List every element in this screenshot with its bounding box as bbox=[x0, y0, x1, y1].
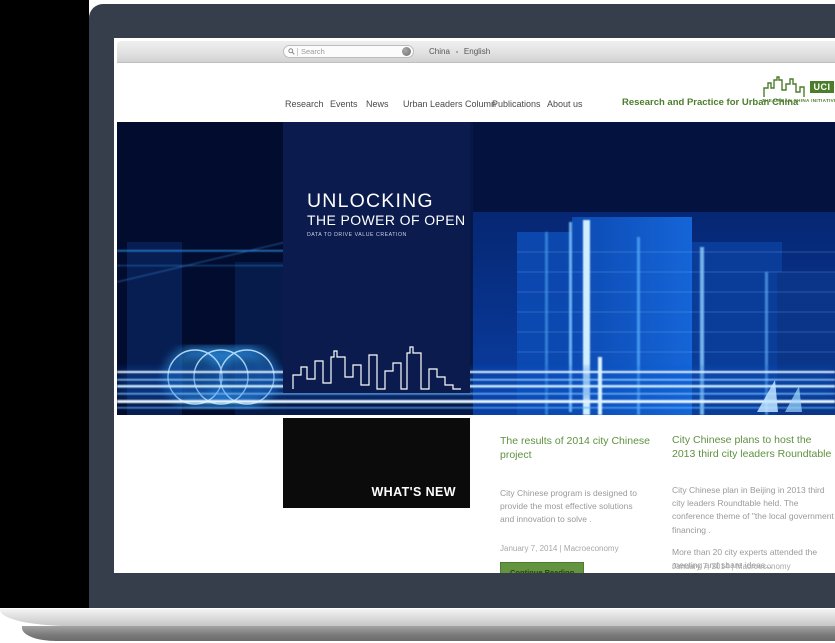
hero-cityscape-image bbox=[117, 122, 835, 415]
whats-new-panel: WHAT'S NEW bbox=[283, 418, 470, 508]
article-body: City Chinese program is designed to prov… bbox=[500, 487, 658, 527]
continue-reading-button[interactable]: Continue Reading bbox=[500, 562, 584, 573]
logo-skyline-icon bbox=[762, 74, 808, 98]
nav-publications[interactable]: Publications bbox=[492, 99, 541, 109]
language-china-link[interactable]: China bbox=[429, 47, 450, 56]
search-icon bbox=[288, 48, 295, 55]
skyline-outline-icon bbox=[291, 329, 463, 391]
hero-banner: UNLOCKING THE POWER OF OPEN DATA TO DRIV… bbox=[117, 122, 835, 415]
background-black-panel bbox=[0, 0, 89, 610]
article-meta: January 7, 2014 | Macroeconomy bbox=[672, 562, 835, 571]
article-title-link[interactable]: City Chinese plans to host the 2013 thir… bbox=[672, 434, 835, 462]
article-card: The results of 2014 city Chinese project bbox=[500, 435, 658, 463]
browser-toolbar: Search China English bbox=[117, 41, 835, 63]
article-meta: January 7, 2014 | Macroeconomy bbox=[500, 544, 658, 553]
language-switcher: China English bbox=[429, 41, 490, 62]
hero-subtitle: DATA TO DRIVE VALUE CREATION bbox=[307, 232, 407, 238]
hero-slide-panel: UNLOCKING THE POWER OF OPEN DATA TO DRIV… bbox=[283, 122, 470, 393]
logo-acronym: UCI bbox=[809, 80, 835, 94]
hero-title-line2: THE POWER OF OPEN bbox=[307, 212, 465, 228]
article-body: City Chinese plan in Beijing in 2013 thi… bbox=[672, 484, 835, 572]
laptop-screen: Search China English Research Events New… bbox=[114, 38, 835, 573]
laptop-mockup: Search China English Research Events New… bbox=[0, 0, 835, 643]
nav-urban-leaders-column[interactable]: Urban Leaders Column bbox=[403, 99, 496, 109]
search-go-button[interactable] bbox=[402, 47, 411, 56]
nav-about-us[interactable]: About us bbox=[547, 99, 583, 109]
laptop-base-front bbox=[22, 626, 835, 641]
logo-name: THE URBAN CHINA INITIATIVE bbox=[762, 98, 835, 103]
search-divider bbox=[297, 48, 298, 56]
nav-news[interactable]: News bbox=[366, 99, 389, 109]
language-english-link[interactable]: English bbox=[464, 47, 490, 56]
article-title-link[interactable]: The results of 2014 city Chinese project bbox=[500, 435, 658, 463]
nav-research[interactable]: Research bbox=[285, 99, 324, 109]
article-card: City Chinese plans to host the 2013 thir… bbox=[672, 434, 835, 462]
language-separator bbox=[456, 51, 458, 53]
laptop-base bbox=[0, 608, 835, 626]
search-input[interactable]: Search bbox=[283, 45, 414, 58]
whats-new-heading: WHAT'S NEW bbox=[371, 485, 456, 499]
search-placeholder: Search bbox=[301, 47, 402, 56]
nav-events[interactable]: Events bbox=[330, 99, 358, 109]
uci-logo[interactable]: UCI THE URBAN CHINA INITIATIVE bbox=[762, 71, 835, 103]
hero-title-line1: UNLOCKING bbox=[307, 190, 434, 213]
